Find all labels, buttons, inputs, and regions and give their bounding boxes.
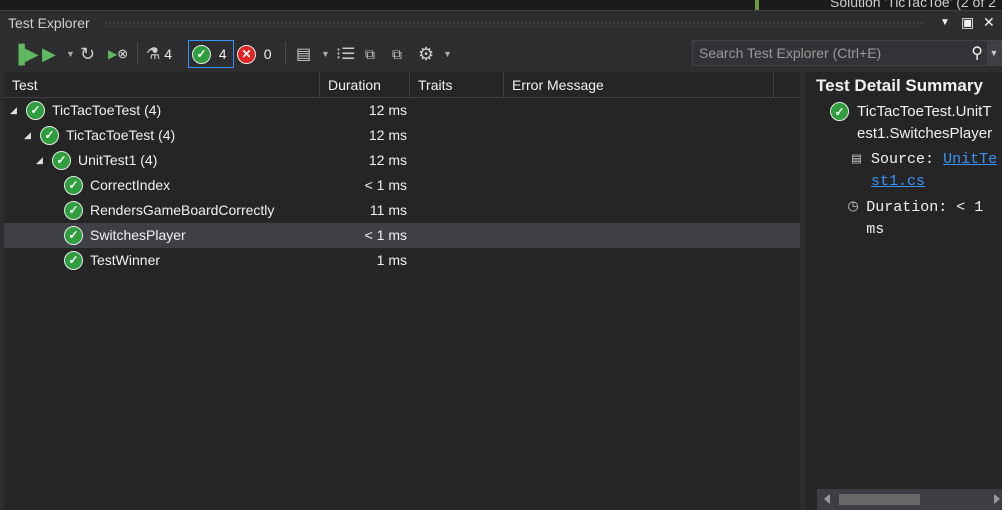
cancel-run-icon[interactable]: ▶ ⊗: [108, 44, 128, 64]
failed-icon: ✕: [237, 44, 256, 64]
passed-icon: ✓: [40, 126, 59, 145]
maximize-icon[interactable]: ▣: [961, 14, 974, 31]
group-by-icon[interactable]: ⁝☰: [336, 44, 355, 64]
close-icon[interactable]: ✕: [983, 14, 995, 31]
document-icon: ▤: [852, 151, 862, 168]
collapse-all-icon[interactable]: ⧉: [392, 44, 402, 64]
passed-icon: ✓: [64, 251, 83, 270]
playlist-dropdown-icon[interactable]: ▼: [321, 44, 330, 64]
test-row[interactable]: ◢ ✓ UnitTest1 (4) 12 ms: [4, 148, 800, 173]
detail-test-name-text: TicTacToeTest.UnitTest1.SwitchesPlayer: [857, 103, 993, 142]
passed-icon: ✓: [830, 102, 849, 121]
passed-icon: ✓: [192, 44, 211, 64]
test-row[interactable]: ✓ SwitchesPlayer < 1 ms: [4, 223, 800, 248]
total-tests-filter[interactable]: ⚗ 4: [146, 44, 172, 64]
test-detail-panel: Test Detail Summary ✓ TicTacToeTest.UnitT…: [806, 72, 1002, 510]
scroll-left-icon[interactable]: [824, 494, 830, 504]
detail-test-name: ✓ TicTacToeTest.UnitTest1.SwitchesPlayer: [816, 101, 998, 145]
test-row[interactable]: ✓ CorrectIndex < 1 ms: [4, 173, 800, 198]
passed-icon: ✓: [64, 176, 83, 195]
test-row[interactable]: ◢ ✓ TicTacToeTest (4) 12 ms: [4, 98, 800, 123]
detail-title: Test Detail Summary: [816, 76, 983, 95]
toolbar-separator: [137, 42, 138, 64]
passed-tests-filter[interactable]: ✓ 4: [188, 40, 234, 68]
failed-count: 0: [263, 46, 272, 62]
passed-icon: ✓: [52, 151, 71, 170]
horizontal-scrollbar[interactable]: [817, 489, 1002, 510]
test-duration: 12 ms: [368, 127, 407, 143]
column-headers: Test Duration Traits Error Message: [4, 72, 800, 98]
test-name: TestWinner: [90, 252, 161, 268]
scroll-right-icon[interactable]: [994, 494, 1000, 504]
clock-icon: ◷: [848, 198, 859, 217]
search-options-dropdown-icon[interactable]: ▼: [987, 41, 1001, 65]
scroll-thumb[interactable]: [839, 494, 920, 505]
window-menu-dropdown-icon[interactable]: ▼: [940, 17, 950, 28]
test-duration: < 1 ms: [364, 177, 407, 193]
test-name: UnitTest1 (4): [78, 152, 158, 168]
test-row[interactable]: ✓ TestWinner 1 ms: [4, 248, 800, 273]
failed-tests-filter[interactable]: ✕ 0: [237, 44, 272, 64]
search-placeholder: Search Test Explorer (Ctrl+E): [699, 45, 882, 61]
drag-grip[interactable]: [104, 21, 924, 27]
window-title: Test Explorer: [8, 15, 90, 31]
test-name: CorrectIndex: [90, 177, 171, 193]
test-row[interactable]: ◢ ✓ TicTacToeTest (4) 12 ms: [4, 123, 800, 148]
title-bar: Test Explorer ▼ ▣ ✕: [0, 10, 1002, 36]
search-icon[interactable]: ⚲: [971, 43, 983, 63]
background-accent: [755, 0, 759, 10]
column-header-error-message[interactable]: Error Message: [504, 72, 774, 98]
test-name: TicTacToeTest (4): [52, 102, 162, 118]
expand-all-icon[interactable]: ⧉: [365, 44, 375, 64]
test-duration: < 1 ms: [364, 227, 407, 243]
detail-duration: ◷ Duration: < 1 ms: [816, 197, 998, 241]
test-duration: 1 ms: [376, 252, 407, 268]
search-input[interactable]: Search Test Explorer (Ctrl+E) ⚲ ▼: [692, 40, 1002, 66]
source-label: Source:: [871, 151, 935, 168]
passed-icon: ✓: [64, 226, 83, 245]
test-duration: 12 ms: [368, 102, 407, 118]
passed-count: 4: [218, 46, 227, 62]
passed-icon: ✓: [64, 201, 83, 220]
column-header-traits[interactable]: Traits: [410, 72, 504, 98]
expand-arrow-icon[interactable]: ◢: [36, 148, 43, 173]
run-icon[interactable]: ▶: [42, 44, 56, 64]
toolbar: ▐▶ ▶ ▼ ↻ ▶ ⊗ ⚗ 4 ✓ 4 ✕ 0 ▤ ▼ ⁝☰ ⧉ ⧉ ⚙ ▼ S…: [0, 36, 1002, 72]
settings-gear-icon[interactable]: ⚙: [418, 44, 434, 64]
detail-source: ▤ Source: UnitTest1.cs: [816, 149, 998, 193]
test-duration: 12 ms: [368, 152, 407, 168]
run-dropdown-icon[interactable]: ▼: [66, 44, 75, 64]
expand-arrow-icon[interactable]: ◢: [10, 98, 17, 123]
passed-icon: ✓: [26, 101, 45, 120]
test-name: RendersGameBoardCorrectly: [90, 202, 275, 218]
test-name: TicTacToeTest (4): [66, 127, 176, 143]
column-header-duration[interactable]: Duration: [320, 72, 410, 98]
expand-arrow-icon[interactable]: ◢: [24, 123, 31, 148]
test-list: Test Duration Traits Error Message ◢ ✓ Tic…: [4, 72, 800, 510]
settings-dropdown-icon[interactable]: ▼: [443, 44, 452, 64]
column-header-test[interactable]: Test: [4, 72, 320, 98]
toolbar-separator: [285, 42, 286, 64]
test-duration: 11 ms: [369, 202, 407, 218]
background-window-strip: Solution 'TicTacToe' (2 of 2 projects): [0, 0, 1002, 26]
playlist-icon[interactable]: ▤: [296, 44, 311, 64]
run-all-icon[interactable]: ▐▶: [12, 44, 39, 64]
flask-icon: ⚗: [146, 46, 161, 63]
duration-label: Duration:: [866, 199, 948, 216]
total-count: 4: [164, 46, 173, 62]
test-name: SwitchesPlayer: [90, 227, 186, 243]
repeat-last-run-icon[interactable]: ↻: [80, 44, 95, 64]
test-row[interactable]: ✓ RendersGameBoardCorrectly 11 ms: [4, 198, 800, 223]
